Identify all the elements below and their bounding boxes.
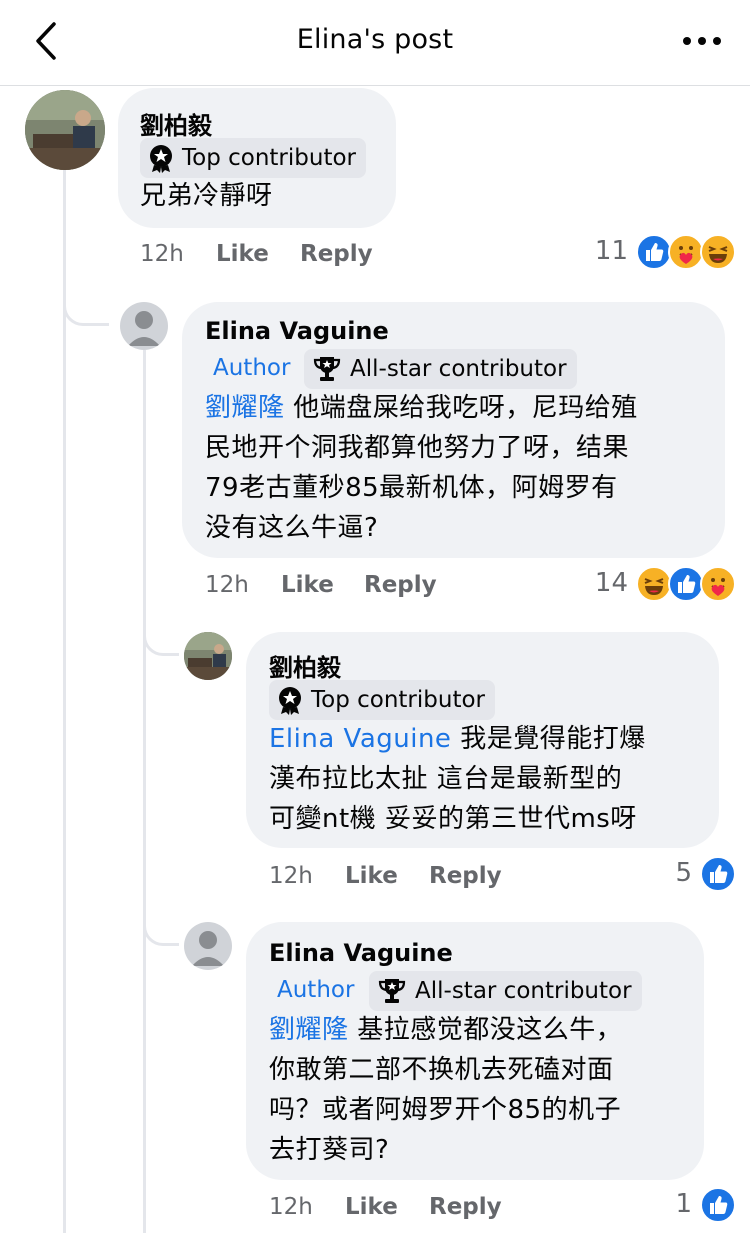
reply-button[interactable]: Reply <box>429 863 502 889</box>
mention-link[interactable]: 劉耀隆 <box>205 393 285 423</box>
commenter-name[interactable]: Elina Vaguine <box>205 317 389 345</box>
trophy-icon <box>313 357 341 381</box>
like-button[interactable]: Like <box>216 241 269 267</box>
more-options-icon[interactable] <box>682 34 722 48</box>
care-reaction-icon <box>668 234 704 270</box>
comment-text-line: 可變nt機 妥妥的第三世代ms呀 <box>269 804 637 834</box>
like-reaction-icon <box>700 856 736 892</box>
like-reaction-icon <box>668 566 704 602</box>
comment-text: 劉耀隆 他端盘屎给我吃呀，尼玛给殖 <box>205 393 638 423</box>
thread-connector <box>143 620 179 656</box>
top-contributor-badge: Top contributor <box>269 680 496 720</box>
commenter-name[interactable]: Elina Vaguine <box>269 939 453 967</box>
care-reaction-icon <box>700 566 736 602</box>
thread-connector <box>143 910 179 946</box>
mention-link[interactable]: 劉耀隆 <box>269 1015 349 1045</box>
reply-button[interactable]: Reply <box>300 241 373 267</box>
commenter-name[interactable]: 劉柏毅 <box>269 648 341 683</box>
badge-label: All-star contributor <box>350 356 567 382</box>
badge-label: All-star contributor <box>415 978 632 1004</box>
author-label: Author <box>213 355 291 381</box>
reaction-count[interactable]: 14 <box>580 568 628 598</box>
top-contributor-badge: Top contributor <box>140 138 367 178</box>
comment-time: 12h <box>205 572 249 598</box>
avatar[interactable] <box>120 302 168 350</box>
like-button[interactable]: Like <box>281 572 334 598</box>
comment-time: 12h <box>269 1194 313 1220</box>
comment-text-line: 去打葵司? <box>269 1135 390 1165</box>
reaction-count[interactable]: 11 <box>580 236 628 266</box>
mention-link[interactable]: Elina Vaguine <box>269 724 451 754</box>
trophy-icon <box>378 979 406 1003</box>
like-reaction-icon <box>636 234 672 270</box>
reaction-count[interactable]: 5 <box>644 858 692 888</box>
comment-time: 12h <box>140 241 184 267</box>
comment-text-line: 没有这么牛逼? <box>205 513 379 543</box>
author-label: Author <box>277 977 355 1003</box>
all-star-badge: All-star contributor <box>304 349 577 389</box>
thread-line <box>63 170 66 1233</box>
like-button[interactable]: Like <box>345 1194 398 1220</box>
badge-label: Top contributor <box>311 687 486 713</box>
avatar[interactable] <box>25 90 105 170</box>
all-star-badge: All-star contributor <box>369 971 642 1011</box>
thread-line <box>143 350 146 1233</box>
top-contributor-icon <box>150 145 172 173</box>
reply-button[interactable]: Reply <box>429 1194 502 1220</box>
comment-text: 劉耀隆 基拉感觉都没这么牛， <box>269 1015 623 1045</box>
avatar[interactable] <box>184 632 232 680</box>
comment-text-line: 民地开个洞我都算他努力了呀，结果 <box>205 433 630 463</box>
comment-time: 12h <box>269 863 313 889</box>
comment-text-line: 你敢第二部不换机去死磕对面 <box>269 1055 614 1085</box>
like-reaction-icon <box>700 1187 736 1223</box>
page-title: Elina's post <box>296 24 454 55</box>
top-contributor-icon <box>279 687 301 715</box>
avatar[interactable] <box>184 922 232 970</box>
badge-label: Top contributor <box>182 145 357 171</box>
reply-button[interactable]: Reply <box>364 572 437 598</box>
comment-text: Elina Vaguine 我是覺得能打爆 <box>269 724 646 754</box>
haha-reaction-icon <box>636 566 672 602</box>
thread-connector <box>63 290 109 326</box>
comment-text-line: 79老古董秒85最新机体，阿姆罗有 <box>205 473 618 503</box>
comment-text: 兄弟冷靜呀 <box>140 181 273 211</box>
comment-text-line: 漢布拉比太扯 這台是最新型的 <box>269 764 623 794</box>
comment-text-line: 吗？或者阿姆罗开个85的机子 <box>269 1095 622 1125</box>
top-bar: Elina's post <box>0 0 750 86</box>
reaction-count[interactable]: 1 <box>644 1189 692 1219</box>
haha-reaction-icon <box>700 234 736 270</box>
like-button[interactable]: Like <box>345 863 398 889</box>
commenter-name[interactable]: 劉柏毅 <box>140 106 212 141</box>
